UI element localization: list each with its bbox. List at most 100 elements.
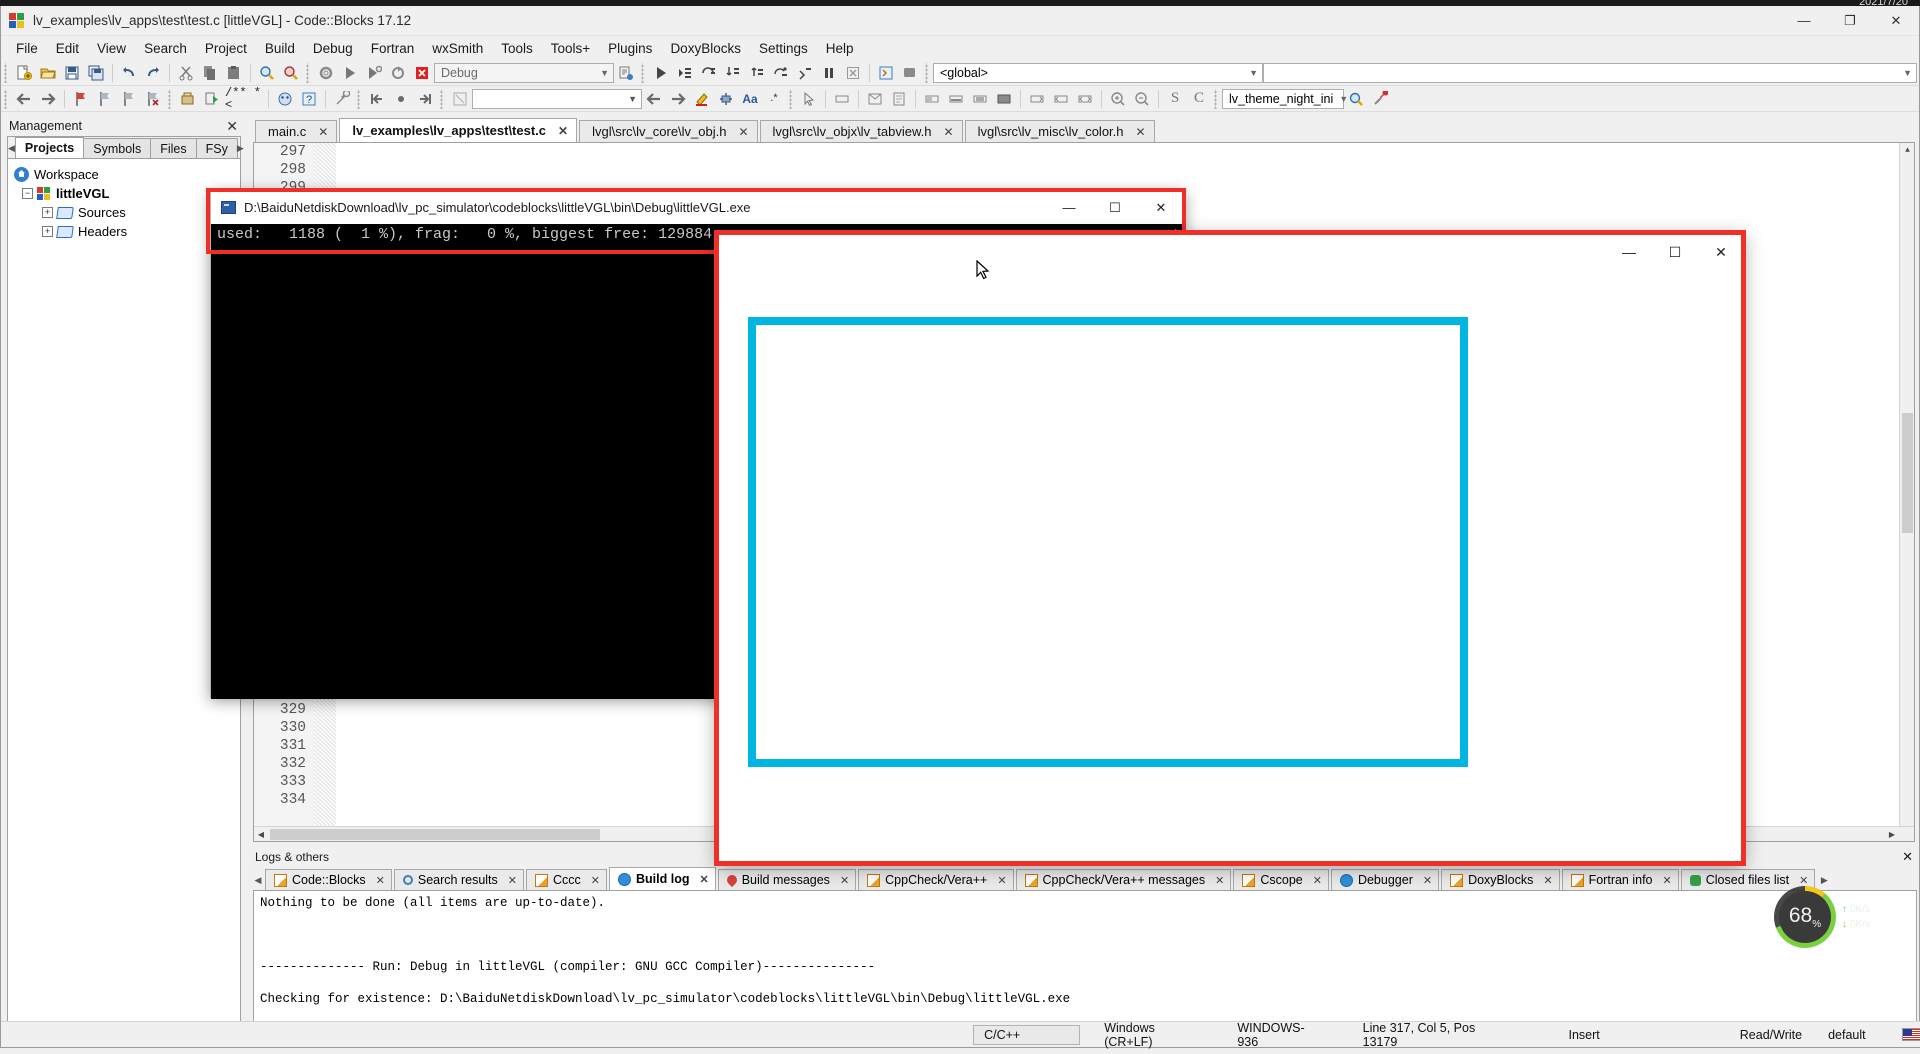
run-icon[interactable] bbox=[339, 62, 361, 84]
debug-stop-step-icon[interactable] bbox=[794, 62, 816, 84]
debug-step-out-icon[interactable] bbox=[746, 62, 768, 84]
network-speed-widget[interactable]: 68% ↑ 0K/s ↓ 0K/s bbox=[1773, 886, 1870, 948]
tab-scroll-right-icon[interactable]: ▶ bbox=[237, 138, 244, 158]
expand-icon[interactable]: + bbox=[42, 207, 53, 218]
wx-frame-icon[interactable] bbox=[888, 88, 910, 110]
find-icon[interactable] bbox=[256, 62, 278, 84]
menu-edit[interactable]: Edit bbox=[47, 38, 88, 59]
paste-icon[interactable] bbox=[223, 62, 245, 84]
tab-symbols[interactable]: Symbols bbox=[83, 138, 152, 158]
log-tab-doxyblocks[interactable]: DoxyBlocks ✕ bbox=[1441, 869, 1560, 890]
tree-node-workspace[interactable]: Workspace bbox=[12, 165, 236, 184]
menu-wxsmith[interactable]: wxSmith bbox=[423, 38, 492, 59]
scroll-up-icon[interactable]: ▲ bbox=[1900, 143, 1914, 157]
scroll-right-icon[interactable]: ▶ bbox=[1885, 827, 1899, 841]
navigate-forward-icon[interactable] bbox=[37, 88, 59, 110]
menu-project[interactable]: Project bbox=[196, 38, 256, 59]
wx-staticboxsizer-icon[interactable] bbox=[993, 88, 1015, 110]
undo-icon[interactable] bbox=[118, 62, 140, 84]
theme-preview-icon[interactable] bbox=[1345, 88, 1367, 110]
scope-combo[interactable]: <global> ▼ bbox=[933, 62, 1263, 83]
log-tab-close-icon[interactable]: ✕ bbox=[591, 874, 600, 887]
editor-tab-close-icon[interactable]: ✕ bbox=[318, 125, 328, 139]
highlight-icon[interactable] bbox=[691, 88, 713, 110]
log-tab-cccc[interactable]: Cccc ✕ bbox=[526, 869, 607, 890]
navigate-back-icon[interactable] bbox=[13, 88, 35, 110]
tree-node-headers[interactable]: + Headers bbox=[12, 222, 236, 241]
zoom-in-icon[interactable] bbox=[1107, 88, 1129, 110]
wx-boxsizer-v-icon[interactable] bbox=[945, 88, 967, 110]
build-target-combo[interactable]: Debug ▼ bbox=[434, 62, 614, 83]
tree-node-sources[interactable]: + Sources bbox=[12, 203, 236, 222]
toolbar-grip[interactable] bbox=[356, 88, 363, 109]
toolbar-grip[interactable] bbox=[3, 62, 10, 83]
menu-build[interactable]: Build bbox=[256, 38, 304, 59]
log-tab-close-icon[interactable]: ✕ bbox=[1663, 874, 1672, 887]
log-tab-close-icon[interactable]: ✕ bbox=[1313, 874, 1322, 887]
hscroll-thumb[interactable] bbox=[270, 829, 600, 840]
log-tab-cppcheck-vera[interactable]: CppCheck/Vera++ ✕ bbox=[858, 869, 1014, 890]
toolbar-grip[interactable] bbox=[439, 88, 446, 109]
log-tab-debugger[interactable]: Debugger ✕ bbox=[1330, 869, 1440, 890]
replace-icon[interactable] bbox=[280, 62, 302, 84]
theme-settings-icon[interactable] bbox=[1369, 88, 1391, 110]
console-maximize-button[interactable]: ☐ bbox=[1092, 191, 1138, 224]
previous-bookmark-icon[interactable] bbox=[94, 88, 116, 110]
log-tab-cscope[interactable]: Cscope ✕ bbox=[1233, 869, 1329, 890]
save-all-icon[interactable] bbox=[85, 62, 107, 84]
doxyblocks-run-icon[interactable] bbox=[201, 88, 223, 110]
editor-tab-main-c[interactable]: main.c ✕ bbox=[255, 120, 338, 142]
debug-step-instruction-icon[interactable] bbox=[770, 62, 792, 84]
doxyblocks-help-icon[interactable]: ? bbox=[298, 88, 320, 110]
clear-errors-icon[interactable] bbox=[390, 88, 412, 110]
theme-combo[interactable]: lv_theme_night_ini ▼ bbox=[1222, 88, 1348, 109]
debug-continue-icon[interactable] bbox=[650, 62, 672, 84]
collapse-icon[interactable]: − bbox=[22, 188, 33, 199]
tab-files[interactable]: Files bbox=[150, 138, 197, 158]
close-button[interactable]: ✕ bbox=[1873, 6, 1919, 36]
toolbar-grip[interactable] bbox=[1213, 88, 1220, 109]
pointer-icon[interactable] bbox=[798, 88, 820, 110]
simulator-maximize-button[interactable]: ☐ bbox=[1652, 232, 1698, 272]
editor-tab-close-icon[interactable]: ✕ bbox=[558, 124, 568, 138]
doxyblocks-settings-icon[interactable] bbox=[331, 88, 353, 110]
menu-settings[interactable]: Settings bbox=[750, 38, 817, 59]
wx-gridsizer-icon[interactable] bbox=[969, 88, 991, 110]
menu-help[interactable]: Help bbox=[817, 38, 863, 59]
menu-view[interactable]: View bbox=[88, 38, 135, 59]
doxyblocks-comment-icon[interactable]: /** *< bbox=[225, 87, 263, 111]
wx-stretchspacer-icon[interactable] bbox=[1050, 88, 1072, 110]
fortran-next-icon[interactable] bbox=[667, 88, 689, 110]
goto-first-error-icon[interactable] bbox=[366, 88, 388, 110]
menu-debug[interactable]: Debug bbox=[304, 38, 362, 59]
logs-tab-scroll-left-icon[interactable]: ◀ bbox=[251, 870, 265, 890]
menu-tools-plus[interactable]: Tools+ bbox=[542, 38, 599, 59]
toolbar-grip[interactable] bbox=[640, 62, 647, 83]
log-tab-build-log[interactable]: Build log ✕ bbox=[609, 867, 716, 890]
toolbar-grip[interactable] bbox=[3, 88, 10, 109]
vscroll-thumb[interactable] bbox=[1902, 413, 1913, 533]
build-options-icon[interactable] bbox=[615, 62, 637, 84]
font-icon[interactable]: Aa bbox=[739, 88, 761, 110]
menu-doxyblocks[interactable]: DoxyBlocks bbox=[661, 38, 750, 59]
console-close-button[interactable]: ✕ bbox=[1138, 191, 1184, 224]
debug-run-to-cursor-icon[interactable] bbox=[674, 62, 696, 84]
symbol-combo[interactable]: ▼ bbox=[1263, 62, 1917, 83]
wx-boxsizer-h-icon[interactable] bbox=[921, 88, 943, 110]
toggle-bookmark-icon[interactable] bbox=[70, 88, 92, 110]
scroll-left-icon[interactable]: ◀ bbox=[254, 827, 268, 841]
simulator-minimize-button[interactable]: — bbox=[1606, 232, 1652, 272]
save-file-icon[interactable] bbox=[61, 62, 83, 84]
minimize-button[interactable]: — bbox=[1781, 6, 1827, 36]
abort-build-icon[interactable] bbox=[411, 62, 433, 84]
tab-projects[interactable]: Projects bbox=[14, 137, 85, 158]
clear-bookmarks-icon[interactable] bbox=[142, 88, 164, 110]
wx-dialog-icon[interactable] bbox=[864, 88, 886, 110]
editor-tab-lv-color-h[interactable]: lvgl\src\lv_misc\lv_color.h ✕ bbox=[964, 120, 1155, 142]
logs-close-icon[interactable]: ✕ bbox=[1902, 849, 1919, 865]
log-tab-search-results[interactable]: Search results ✕ bbox=[393, 869, 524, 890]
log-tab-codeblocks[interactable]: Code::Blocks ✕ bbox=[265, 869, 392, 890]
log-tab-close-icon[interactable]: ✕ bbox=[376, 874, 385, 887]
debug-pause-icon[interactable] bbox=[818, 62, 840, 84]
toolbar-grip[interactable] bbox=[305, 62, 312, 83]
